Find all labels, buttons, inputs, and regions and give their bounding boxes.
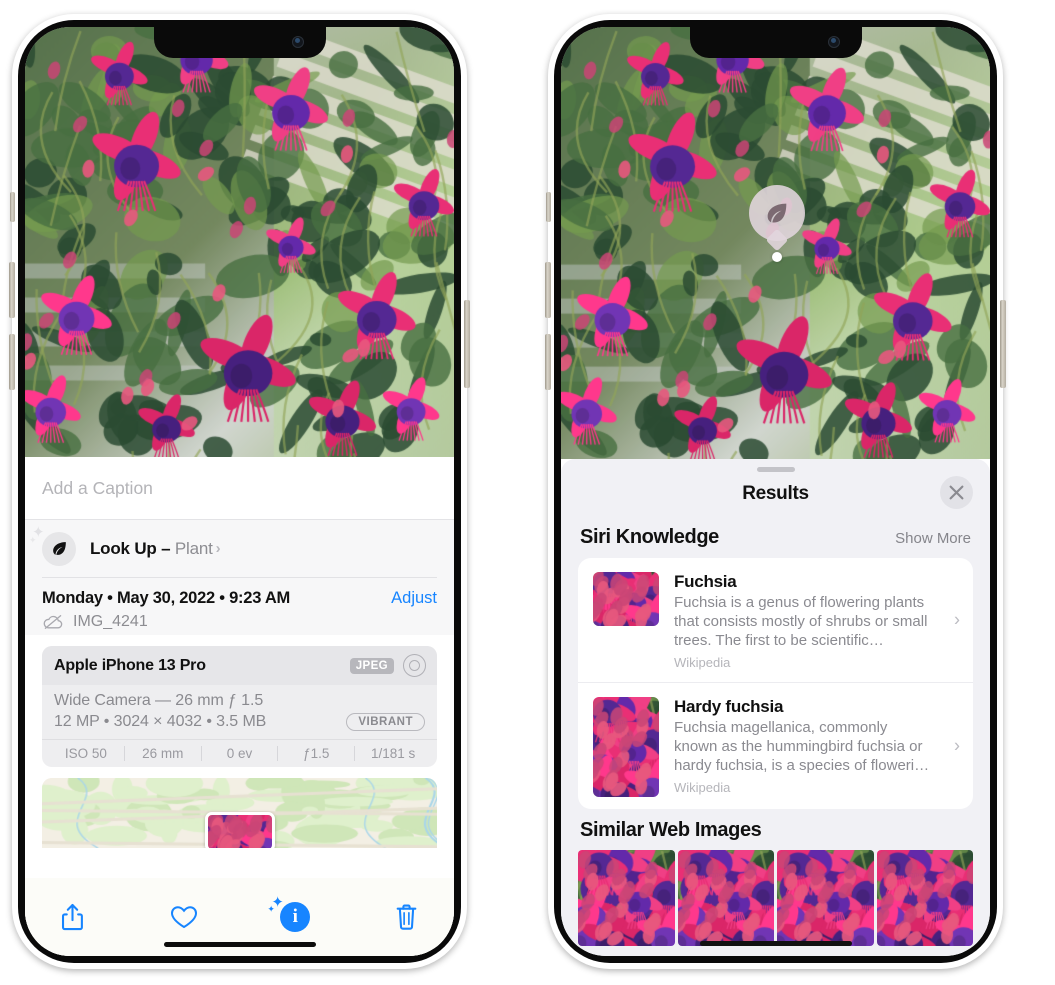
badge-anchor-dot <box>772 252 782 262</box>
look-up-row[interactable]: ✦ ✦ Look Up – Plant › <box>29 520 437 577</box>
look-up-subject: Plant <box>174 538 213 558</box>
concentric-circle-icon[interactable] <box>403 654 426 677</box>
photo-fuchsia[interactable] <box>25 27 454 457</box>
iphone-right: Results Siri Knowledge Show More Fuchsia… <box>545 14 1006 969</box>
leaf-icon <box>749 185 805 241</box>
look-up-dash: – <box>161 538 171 558</box>
photo-filename: IMG_4241 <box>73 613 148 630</box>
close-icon[interactable] <box>940 476 973 509</box>
iphone-left: Add a Caption ✦ ✦ Look Up – Plant › Mond… <box>9 14 470 969</box>
chevron-right-icon: › <box>215 540 221 557</box>
sparkle-small-icon: ✦ <box>29 534 37 545</box>
similar-image-1[interactable] <box>578 850 675 946</box>
results-sheet: Results Siri Knowledge Show More Fuchsia… <box>561 459 990 956</box>
phone-screen-left: Add a Caption ✦ ✦ Look Up – Plant › Mond… <box>25 27 454 956</box>
camera-specs-line: 12 MP • 3024 × 4032 • 3.5 MB <box>54 713 267 730</box>
chevron-right-icon: › <box>954 609 960 630</box>
lookup-area: ✦ ✦ Look Up – Plant › <box>25 520 454 578</box>
notch <box>689 27 862 58</box>
similar-web-images-header: Similar Web Images <box>561 809 990 848</box>
caption-input-row[interactable]: Add a Caption <box>25 457 454 520</box>
chevron-right-icon: › <box>954 735 960 756</box>
sparkle-small-icon: ✦ <box>267 904 275 914</box>
screenshot-root: Add a Caption ✦ ✦ Look Up – Plant › Mond… <box>0 0 1055 985</box>
exif-shutter: 1/181 s <box>370 746 416 761</box>
photo-fuchsia[interactable] <box>561 27 990 459</box>
power-button[interactable] <box>1000 300 1006 388</box>
section-title: Siri Knowledge <box>580 526 719 548</box>
mute-switch[interactable] <box>546 192 551 222</box>
exif-iso: ISO 50 <box>64 746 107 761</box>
phone-screen-right: Results Siri Knowledge Show More Fuchsia… <box>561 27 990 956</box>
result-title: Fuchsia <box>674 572 737 591</box>
adjust-button[interactable]: Adjust <box>391 589 437 608</box>
result-thumbnail <box>593 697 659 797</box>
cloud-off-icon <box>42 614 64 630</box>
camera-lens-line: Wide Camera — 26 mm ƒ 1.5 <box>54 692 264 709</box>
mute-switch[interactable] <box>10 192 15 222</box>
home-indicator[interactable] <box>163 942 316 947</box>
results-title: Results <box>742 483 809 504</box>
similar-image-4[interactable] <box>876 850 973 946</box>
volume-up-button[interactable] <box>545 262 551 318</box>
volume-down-button[interactable] <box>9 334 15 390</box>
look-up-label: Look Up – Plant <box>90 539 213 559</box>
similar-image-2[interactable] <box>677 850 774 946</box>
trash-icon[interactable] <box>384 894 430 940</box>
visual-look-up-badge[interactable] <box>749 185 805 262</box>
exif-ev: 0 ev <box>226 746 253 761</box>
caption-placeholder: Add a Caption <box>42 477 153 498</box>
photo-metadata: Monday • May 30, 2022 • 9:23 AM Adjust I… <box>25 578 454 635</box>
leaf-sparkle-icon: ✦ ✦ <box>29 525 76 566</box>
look-up-title: Look Up <box>90 538 157 558</box>
section-title: Similar Web Images <box>580 819 762 841</box>
camera-info-card[interactable]: Apple iPhone 13 Pro JPEG Wide Camera — 2… <box>42 646 437 767</box>
map-photo-pin[interactable] <box>204 812 275 848</box>
notch <box>153 27 326 58</box>
photo-date: Monday • May 30, 2022 • 9:23 AM <box>42 589 291 607</box>
share-icon[interactable] <box>49 894 95 940</box>
result-thumbnail <box>593 572 659 626</box>
photo-detail-sheet: Add a Caption ✦ ✦ Look Up – Plant › Mond… <box>25 457 454 956</box>
heart-icon[interactable] <box>161 894 207 940</box>
profile-badge: VIBRANT <box>346 713 425 731</box>
camera-device-name: Apple iPhone 13 Pro <box>54 656 206 674</box>
exif-focal: 26 mm <box>142 746 184 761</box>
result-description: Fuchsia magellanica, commonly known as t… <box>674 719 930 774</box>
front-camera-icon <box>827 36 840 48</box>
exif-aperture: ƒ1.5 <box>303 746 330 761</box>
volume-up-button[interactable] <box>9 262 15 318</box>
camera-card-header: Apple iPhone 13 Pro JPEG <box>42 646 437 685</box>
camera-card-body: Wide Camera — 26 mm ƒ 1.5 12 MP • 3024 ×… <box>42 685 437 739</box>
result-source: Wikipedia <box>674 780 731 795</box>
info-sparkle-icon[interactable]: ✦ ✦ i <box>267 894 318 940</box>
result-source: Wikipedia <box>674 655 731 670</box>
results-header: Results <box>561 472 990 516</box>
list-item[interactable]: Hardy fuchsia Fuchsia magellanica, commo… <box>578 682 973 809</box>
format-badge: JPEG <box>349 657 394 674</box>
exif-row: ISO 50 26 mm 0 ev ƒ1.5 1/181 s <box>42 739 437 767</box>
show-more-button[interactable]: Show More <box>895 530 971 547</box>
volume-down-button[interactable] <box>545 334 551 390</box>
info-circle: i <box>280 902 311 932</box>
siri-knowledge-card: Fuchsia Fuchsia is a genus of flowering … <box>578 558 973 809</box>
result-title: Hardy fuchsia <box>674 697 784 716</box>
location-map[interactable] <box>42 778 437 848</box>
siri-knowledge-header: Siri Knowledge Show More <box>561 516 990 558</box>
similar-images-strip[interactable] <box>561 850 990 946</box>
home-indicator[interactable] <box>699 941 852 946</box>
result-description: Fuchsia is a genus of flowering plants t… <box>674 594 928 649</box>
power-button[interactable] <box>464 300 470 388</box>
front-camera-icon <box>291 36 304 48</box>
list-item[interactable]: Fuchsia Fuchsia is a genus of flowering … <box>578 558 973 682</box>
similar-image-3[interactable] <box>777 850 874 946</box>
